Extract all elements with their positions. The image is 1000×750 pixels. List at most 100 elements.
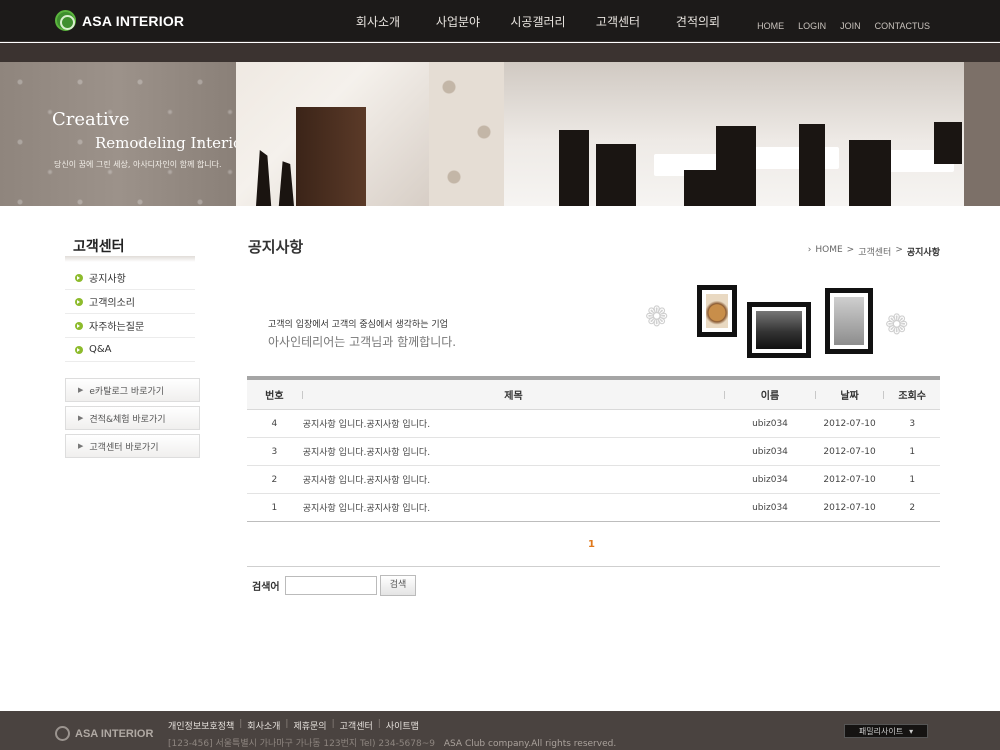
- cell-date: 2012-07-10: [823, 502, 876, 513]
- hero-chair: [799, 124, 825, 206]
- picture-frame: [825, 288, 873, 354]
- quick-link-catalog[interactable]: ▶ e카탈로그 바로가기: [65, 378, 200, 402]
- hero-subtitle: Remodeling Interior: [95, 134, 250, 152]
- pagination-current-page[interactable]: 1: [588, 539, 595, 550]
- intro-line-1: 고객의 입장에서 고객의 중심에서 생각하는 기업: [268, 320, 448, 330]
- cell-date: 2012-07-10: [823, 418, 876, 429]
- breadcrumb-support[interactable]: 고객센터: [858, 245, 891, 258]
- top-link-join[interactable]: JOIN: [840, 21, 861, 31]
- footer-logo[interactable]: ASA INTERIOR: [55, 726, 153, 741]
- sub-menu-bar: [0, 43, 1000, 62]
- hero-chair: [559, 130, 589, 206]
- nav-support[interactable]: 고객센터: [578, 0, 658, 42]
- main-nav: 회사소개 사업분야 시공갤러리 고객센터 견적의뢰: [338, 0, 738, 42]
- sidebar-item-label: 공지사항: [89, 274, 126, 285]
- table-row[interactable]: 4 공지사항 입니다.공지사항 입니다. ubiz034 2012-07-10 …: [247, 410, 940, 438]
- footer-link-support[interactable]: 고객센터: [340, 719, 373, 732]
- sidebar-item-notice[interactable]: 공지사항: [65, 266, 195, 290]
- table-row[interactable]: 3 공지사항 입니다.공지사항 입니다. ubiz034 2012-07-10 …: [247, 438, 940, 466]
- hero-wood-panel: [296, 107, 366, 206]
- cell-title-link[interactable]: 공지사항 입니다.공지사항 입니다.: [303, 466, 725, 493]
- footer-link-privacy[interactable]: 개인정보보호정책: [168, 719, 234, 732]
- footer-links: 개인정보보호정책 | 회사소개 | 제휴문의 | 고객센터 | 사이트맵: [168, 719, 419, 732]
- quick-link-support[interactable]: ▶ 고객센터 바로가기: [65, 434, 200, 458]
- cell-title-link[interactable]: 공지사항 입니다.공지사항 입니다.: [303, 410, 725, 437]
- page-title: 공지사항: [248, 238, 304, 256]
- family-site-select[interactable]: 패밀리사이트 ▾: [844, 724, 928, 738]
- hero-photo-wallpaper: [429, 62, 504, 206]
- cell-name: ubiz034: [752, 502, 788, 513]
- search-input[interactable]: [285, 576, 377, 595]
- globe-icon: [55, 10, 76, 31]
- col-header-name: 이름: [760, 391, 780, 402]
- top-link-contactus[interactable]: CONTACTUS: [875, 21, 930, 31]
- footer-separator: |: [239, 719, 243, 729]
- nav-estimate[interactable]: 견적의뢰: [658, 0, 738, 42]
- picture-frame: [697, 285, 737, 337]
- breadcrumb-home[interactable]: HOME: [815, 245, 842, 258]
- hero-chair: [849, 140, 891, 206]
- cell-views: 2: [909, 502, 916, 513]
- board-header: 번호 제목 이름 날짜 조회수: [247, 380, 940, 410]
- footer-separator: |: [285, 719, 289, 729]
- top-link-login[interactable]: LOGIN: [798, 21, 826, 31]
- footer-address-text: [123-456] 서울특별시 가나마구 가나동 123번지 Tel) 234-…: [168, 739, 436, 749]
- breadcrumb-arrow-icon: ›: [807, 245, 812, 255]
- table-row[interactable]: 1 공지사항 입니다.공지사항 입니다. ubiz034 2012-07-10 …: [247, 494, 940, 522]
- triangle-right-icon: ▶: [78, 442, 84, 450]
- notice-board: 번호 제목 이름 날짜 조회수 4 공지사항 입니다.공지사항 입니다. ubi…: [247, 376, 940, 522]
- bullet-arrow-icon: [75, 321, 83, 330]
- decorative-frames-image: ❁ ❁ ❦: [645, 280, 925, 376]
- hero-banner: Creative Remodeling Interior 당신이 꿈에 그린 세…: [0, 62, 1000, 206]
- cell-views: 1: [909, 474, 916, 485]
- hero-chair: [596, 144, 636, 206]
- cell-title-link[interactable]: 공지사항 입니다.공지사항 입니다.: [303, 438, 725, 465]
- cell-date: 2012-07-10: [823, 446, 876, 457]
- table-row[interactable]: 2 공지사항 입니다.공지사항 입니다. ubiz034 2012-07-10 …: [247, 466, 940, 494]
- triangle-right-icon: ▶: [78, 386, 84, 394]
- bullet-arrow-icon: [75, 345, 83, 354]
- cell-title-link[interactable]: 공지사항 입니다.공지사항 입니다.: [303, 494, 725, 521]
- footer-logo-text: ASA INTERIOR: [75, 727, 154, 740]
- page: ASA INTERIOR 회사소개 사업분야 시공갤러리 고객센터 견적의뢰 H…: [0, 0, 1000, 750]
- hero-photo-room: [236, 62, 429, 206]
- breadcrumb-separator: >: [895, 245, 903, 255]
- globe-icon: [55, 726, 70, 741]
- sidebar-item-label: 고객의소리: [89, 298, 135, 309]
- sidebar-item-faq[interactable]: 자주하는질문: [65, 314, 195, 338]
- sidebar-title-underline: [65, 256, 195, 262]
- intro-line-2: 아사인테리어는 고객님과 함께합니다.: [268, 335, 457, 349]
- nav-company[interactable]: 회사소개: [338, 0, 418, 42]
- footer-link-company[interactable]: 회사소개: [247, 719, 280, 732]
- triangle-right-icon: ▶: [78, 414, 84, 422]
- sidebar-item-label: Q&A: [89, 344, 112, 355]
- breadcrumb: › HOME > 고객센터 > 공지사항: [808, 245, 940, 258]
- col-header-views: 조회수: [898, 391, 926, 402]
- cell-date: 2012-07-10: [823, 474, 876, 485]
- sidebar-item-label: 자주하는질문: [89, 322, 145, 333]
- logo[interactable]: ASA INTERIOR: [55, 10, 184, 31]
- hero-chair: [256, 150, 294, 206]
- col-header-no: 번호: [265, 391, 284, 402]
- family-site-label: 패밀리사이트: [858, 726, 904, 736]
- col-header-date: 날짜: [840, 391, 859, 402]
- flower-ornament-icon: ❁: [885, 308, 909, 341]
- quick-link-estimate[interactable]: ▶ 견적&체험 바로가기: [65, 406, 200, 430]
- cell-views: 3: [909, 418, 916, 429]
- footer-link-partnership[interactable]: 제휴문의: [293, 719, 326, 732]
- sidebar-item-qna[interactable]: Q&A: [65, 338, 195, 362]
- top-utility-nav: HOME LOGIN JOIN CONTACTUS: [757, 21, 930, 31]
- cell-no: 1: [271, 502, 278, 513]
- top-link-home[interactable]: HOME: [757, 21, 784, 31]
- nav-gallery[interactable]: 시공갤러리: [498, 0, 578, 42]
- footer-link-sitemap[interactable]: 사이트맵: [386, 719, 419, 732]
- hero-photo-edge: [964, 62, 1000, 206]
- nav-business[interactable]: 사업분야: [418, 0, 498, 42]
- breadcrumb-current: 공지사항: [906, 248, 940, 258]
- quick-link-label: e카탈로그 바로가기: [89, 386, 165, 397]
- logo-text: ASA INTERIOR: [82, 12, 185, 29]
- sidebar-menu: 공지사항 고객의소리 자주하는질문 Q&A: [65, 266, 195, 362]
- sidebar-item-voice[interactable]: 고객의소리: [65, 290, 195, 314]
- hero-chair: [934, 122, 962, 164]
- search-button[interactable]: 검색: [380, 575, 416, 596]
